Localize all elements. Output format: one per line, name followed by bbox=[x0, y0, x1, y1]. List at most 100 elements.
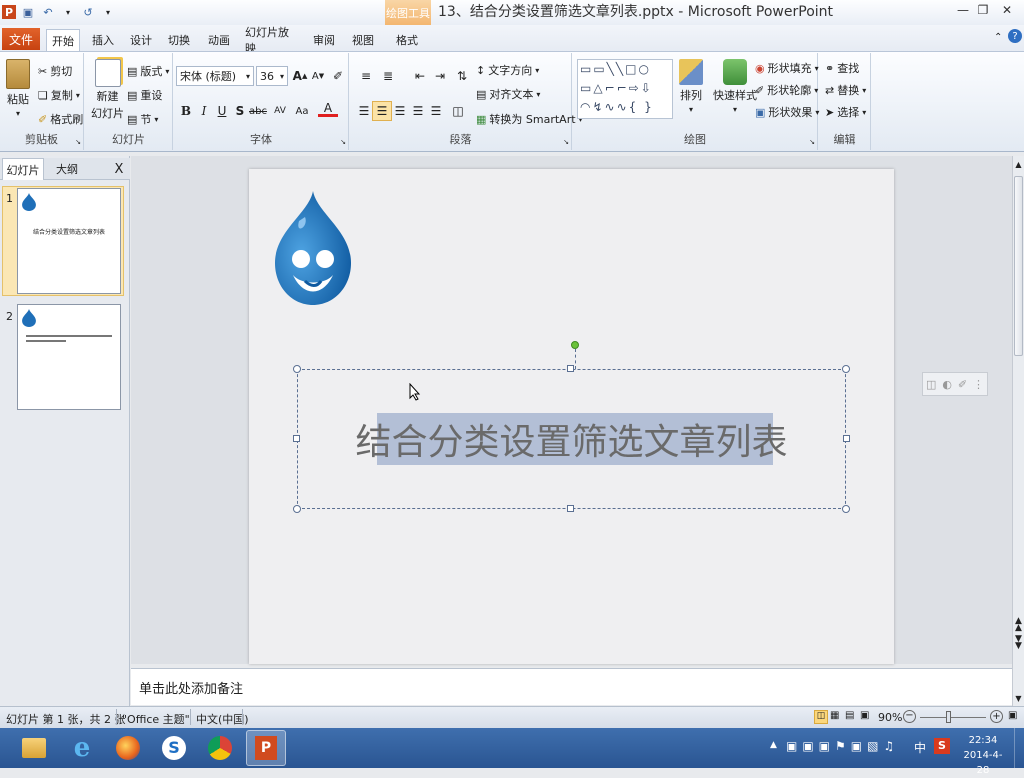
tab-animations[interactable]: 动画 bbox=[204, 29, 234, 51]
show-desktop-button[interactable] bbox=[1014, 728, 1024, 768]
zoom-slider-track[interactable] bbox=[920, 717, 986, 718]
resize-handle-tl[interactable] bbox=[293, 365, 301, 373]
copy-button[interactable]: ❏ 复制 ▾ bbox=[38, 87, 80, 103]
rotation-handle[interactable] bbox=[571, 341, 579, 349]
tab-format[interactable]: 格式 bbox=[392, 29, 422, 51]
internet-explorer-icon[interactable]: e bbox=[62, 730, 102, 766]
slide1-thumbnail[interactable]: 结合分类设置筛选文章列表 bbox=[17, 188, 121, 294]
dropdown-icon[interactable]: ▾ bbox=[60, 4, 76, 20]
close-panel-icon[interactable]: X bbox=[110, 158, 128, 180]
mini-toolbar[interactable]: ◫ ◐ ✐ ⋮ bbox=[922, 372, 988, 396]
align-text-button[interactable]: ▤ 对齐文本 ▾ bbox=[476, 86, 540, 102]
reading-view-icon[interactable]: ▤ bbox=[845, 710, 854, 721]
bullets-icon[interactable]: ≡ bbox=[356, 66, 376, 86]
zoom-out-icon[interactable]: − bbox=[903, 710, 916, 723]
italic-icon[interactable]: I bbox=[194, 101, 214, 121]
quick-styles-button[interactable]: 快速样式 ▾ bbox=[713, 59, 757, 114]
convert-smartart-button[interactable]: ▦ 转换为 SmartArt ▾ bbox=[476, 111, 583, 127]
tab-slides-panel[interactable]: 幻灯片 bbox=[2, 158, 44, 180]
grow-font-icon[interactable]: A ▲ bbox=[290, 66, 310, 86]
shadow-icon[interactable]: S bbox=[230, 101, 250, 121]
align-center-icon[interactable]: ☰ bbox=[372, 101, 392, 121]
scroll-down-icon[interactable]: ▼ bbox=[1013, 694, 1024, 703]
slide-sorter-icon[interactable]: ▦ bbox=[830, 710, 839, 721]
grip-icon[interactable]: ⋮ bbox=[973, 378, 984, 391]
sogou-ime-icon[interactable]: S bbox=[934, 738, 950, 754]
find-button[interactable]: ⚭ 查找 bbox=[825, 60, 859, 76]
tab-review[interactable]: 审阅 bbox=[309, 29, 339, 51]
chrome-icon[interactable] bbox=[200, 730, 240, 766]
customize-qat-icon[interactable]: ▾ bbox=[100, 4, 116, 20]
powerpoint-taskbar-icon[interactable]: P bbox=[246, 730, 286, 766]
tab-outline-panel[interactable]: 大纲 bbox=[46, 158, 88, 180]
slideshow-view-icon[interactable]: ▣ bbox=[860, 710, 869, 721]
paste-dropdown-icon[interactable]: ▾ bbox=[16, 109, 20, 118]
style-icon[interactable]: ◐ bbox=[942, 378, 952, 391]
section-button[interactable]: ▤ 节 ▾ bbox=[127, 111, 158, 127]
firefox-icon[interactable] bbox=[108, 730, 148, 766]
font-color-icon[interactable]: A bbox=[318, 101, 338, 117]
columns-icon[interactable]: ◫ bbox=[448, 101, 468, 121]
resize-handle-bl[interactable] bbox=[293, 505, 301, 513]
font-name-combo[interactable]: 宋体 (标题) ▾ bbox=[176, 66, 254, 86]
shape-fill-button[interactable]: ◉ 形状填充 ▾ bbox=[755, 60, 819, 76]
arrange-button[interactable]: 排列 ▾ bbox=[679, 59, 703, 114]
tab-transitions[interactable]: 切换 bbox=[164, 29, 194, 51]
next-slide-icon[interactable]: ▼ ▼ bbox=[1013, 635, 1024, 651]
distributed-icon[interactable]: ☰ bbox=[426, 101, 446, 121]
save-icon[interactable]: ▣ bbox=[20, 4, 36, 20]
dialog-launcher-icon[interactable]: ↘ bbox=[340, 138, 346, 146]
slide2-thumbnail[interactable] bbox=[17, 304, 121, 410]
brush-icon[interactable]: ✐ bbox=[958, 378, 967, 391]
layout-icon[interactable]: ◫ bbox=[926, 378, 936, 391]
notes-pane[interactable]: 单击此处添加备注 bbox=[131, 668, 1012, 705]
cut-button[interactable]: ✂ 剪切 bbox=[38, 63, 72, 79]
tab-home[interactable]: 开始 bbox=[46, 29, 80, 51]
shape-effects-button[interactable]: ▣ 形状效果 ▾ bbox=[755, 104, 819, 120]
prev-slide-icon[interactable]: ▲ ▲ bbox=[1013, 617, 1024, 633]
resize-handle-r[interactable] bbox=[843, 435, 850, 442]
show-hidden-icons[interactable]: ▲ bbox=[770, 740, 777, 750]
increase-indent-icon[interactable]: ⇥ bbox=[430, 66, 450, 86]
zoom-in-icon[interactable]: + bbox=[990, 710, 1003, 723]
dialog-launcher-icon[interactable]: ↘ bbox=[563, 138, 569, 146]
layout-button[interactable]: ▤ 版式 ▾ bbox=[127, 63, 169, 79]
normal-view-icon[interactable]: ◫ bbox=[814, 710, 828, 724]
resize-handle-l[interactable] bbox=[293, 435, 300, 442]
close-button[interactable]: ✕ bbox=[990, 0, 1024, 20]
resize-handle-tr[interactable] bbox=[842, 365, 850, 373]
sogou-app-icon[interactable]: S bbox=[154, 730, 194, 766]
new-slide-button[interactable]: 新建 幻灯片 bbox=[91, 59, 124, 121]
tab-insert[interactable]: 插入 bbox=[88, 29, 118, 51]
zoom-level[interactable]: 90% bbox=[878, 711, 902, 724]
text-direction-button[interactable]: ↕ 文字方向 ▾ bbox=[476, 62, 539, 78]
font-size-combo[interactable]: 36 ▾ bbox=[256, 66, 288, 86]
numbering-icon[interactable]: ≣ bbox=[378, 66, 398, 86]
align-right-icon[interactable]: ☰ bbox=[390, 101, 410, 121]
strikethrough-icon[interactable]: abc bbox=[248, 101, 268, 121]
scroll-up-icon[interactable]: ▲ bbox=[1013, 160, 1024, 169]
clock[interactable]: 22:34 2014-4-28 bbox=[958, 733, 1008, 778]
select-button[interactable]: ➤ 选择 ▾ bbox=[825, 104, 866, 120]
clear-formatting-icon[interactable]: ✐ bbox=[328, 66, 348, 86]
scrollbar-thumb[interactable] bbox=[1014, 176, 1023, 356]
tab-view[interactable]: 视图 bbox=[348, 29, 378, 51]
minimize-ribbon-icon[interactable]: ⌃ bbox=[994, 32, 1002, 43]
tray-icons[interactable]: ▣▣▣⚑▣▧♫ bbox=[786, 739, 899, 753]
decrease-indent-icon[interactable]: ⇤ bbox=[410, 66, 430, 86]
resize-handle-t[interactable] bbox=[567, 365, 574, 372]
shrink-font-icon[interactable]: A ▼ bbox=[308, 66, 328, 86]
slide-canvas[interactable]: 结合分类设置筛选文章列表 bbox=[249, 169, 894, 664]
resize-handle-b[interactable] bbox=[567, 505, 574, 512]
paste-button[interactable]: 粘贴 ▾ bbox=[6, 59, 30, 118]
replace-button[interactable]: ⇄ 替换 ▾ bbox=[825, 82, 866, 98]
change-case-icon[interactable]: Aa bbox=[292, 101, 312, 121]
format-painter-button[interactable]: ✐ 格式刷 bbox=[38, 111, 83, 127]
undo-icon[interactable]: ↶ bbox=[40, 4, 56, 20]
ime-indicator[interactable]: 中 bbox=[914, 739, 926, 756]
redo-icon[interactable]: ↺ bbox=[80, 4, 96, 20]
resize-handle-br[interactable] bbox=[842, 505, 850, 513]
notes-placeholder[interactable]: 单击此处添加备注 bbox=[139, 678, 243, 697]
fit-slide-icon[interactable]: ▣ bbox=[1008, 710, 1017, 721]
bold-icon[interactable]: B bbox=[176, 101, 196, 121]
